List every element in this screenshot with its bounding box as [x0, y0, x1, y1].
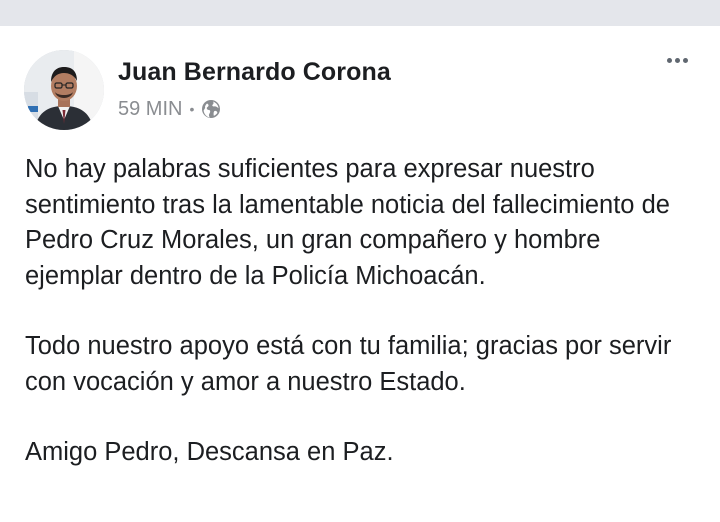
meta-separator: • [189, 101, 195, 117]
globe-icon[interactable] [201, 99, 221, 119]
post-paragraph: No hay palabras suficientes para expresa… [25, 155, 670, 290]
post-paragraph: Todo nuestro apoyo está con tu familia; … [25, 332, 672, 396]
avatar[interactable] [24, 50, 104, 130]
post-body: No hay palabras suficientes para expresa… [25, 152, 695, 471]
post-paragraph: Amigo Pedro, Descansa en Paz. [25, 438, 394, 466]
post-meta: 59 MIN • [118, 96, 221, 122]
post-timestamp[interactable]: 59 MIN [118, 98, 182, 121]
author-name[interactable]: Juan Bernardo Corona [118, 58, 391, 87]
top-strip [0, 0, 720, 26]
avatar-photo [24, 50, 104, 130]
post-card: Juan Bernardo Corona 59 MIN • No hay pal… [0, 26, 720, 522]
more-options-dot [682, 57, 688, 63]
more-options-dot [674, 57, 680, 63]
more-options-button[interactable] [660, 48, 694, 72]
more-options-icon [666, 57, 672, 63]
